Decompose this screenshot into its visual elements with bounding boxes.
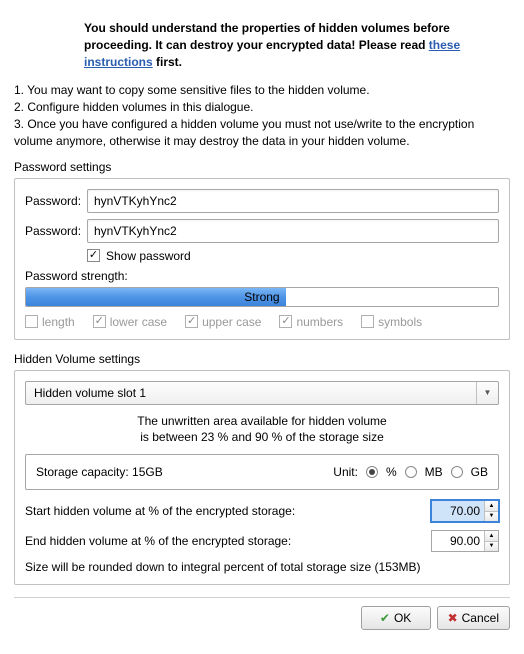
criteria-symbols-label: symbols [378, 315, 422, 329]
unit-percent-label: % [386, 465, 397, 479]
hidden-info-line2: is between 23 % and 90 % of the storage … [25, 429, 499, 446]
ok-button[interactable]: ✔ OK [361, 606, 431, 630]
show-password-checkbox[interactable] [87, 249, 100, 262]
size-note: Size will be rounded down to integral pe… [25, 560, 499, 574]
slot-select-value: Hidden volume slot 1 [34, 386, 146, 400]
hidden-info: The unwritten area available for hidden … [25, 413, 499, 447]
footer: ✔ OK ✖ Cancel [14, 597, 510, 630]
criteria-upper-label: upper case [202, 315, 261, 329]
instruction-1: 1. You may want to copy some sensitive f… [14, 82, 510, 99]
instruction-2: 2. Configure hidden volumes in this dial… [14, 99, 510, 116]
password-strength-label: Password strength: [25, 269, 499, 283]
password-section-label: Password settings [14, 160, 510, 174]
criteria-lower-label: lower case [110, 315, 167, 329]
end-percent-spinner[interactable]: ▲ ▼ [431, 530, 499, 552]
password-input-2[interactable] [87, 219, 499, 243]
end-percent-input[interactable] [432, 531, 484, 551]
intro-text-1: You should understand the properties of … [84, 21, 450, 52]
unit-mb-label: MB [425, 465, 443, 479]
password-group: Password: Password: Show password Passwo… [14, 178, 510, 340]
show-password-label: Show password [106, 249, 191, 263]
password-label-1: Password: [25, 194, 87, 208]
chevron-down-icon: ▼ [476, 382, 498, 404]
unit-gb-radio[interactable] [451, 466, 463, 478]
unit-gb-label: GB [471, 465, 488, 479]
password-strength-bar: Strong [25, 287, 499, 307]
storage-capacity-label: Storage capacity: 15GB [36, 465, 163, 479]
password-strength-text: Strong [244, 290, 279, 304]
ok-label: OK [394, 611, 411, 625]
criteria-numbers-label: numbers [296, 315, 343, 329]
start-percent-spinner[interactable]: ▲ ▼ [431, 500, 499, 522]
password-input-1[interactable] [87, 189, 499, 213]
start-percent-input[interactable] [432, 501, 484, 521]
password-strength-fill: Strong [26, 288, 286, 306]
end-spin-up[interactable]: ▲ [485, 531, 498, 541]
criteria-length-checkbox [25, 315, 38, 328]
start-percent-label: Start hidden volume at % of the encrypte… [25, 504, 295, 518]
criteria-numbers-checkbox [279, 315, 292, 328]
instruction-3: 3. Once you have configured a hidden vol… [14, 116, 510, 150]
instructions-block: 1. You may want to copy some sensitive f… [14, 82, 510, 149]
unit-label: Unit: [333, 465, 358, 479]
criteria-upper-checkbox [185, 315, 198, 328]
start-spin-down[interactable]: ▼ [485, 511, 498, 522]
cancel-label: Cancel [462, 611, 499, 625]
close-icon: ✖ [448, 611, 458, 625]
end-spin-down[interactable]: ▼ [485, 541, 498, 552]
start-spin-up[interactable]: ▲ [485, 501, 498, 511]
unit-percent-radio[interactable] [366, 466, 378, 478]
hidden-section-label: Hidden Volume settings [14, 352, 510, 366]
criteria-row: length lower case upper case numbers sym… [25, 315, 499, 329]
intro-warning: You should understand the properties of … [84, 20, 484, 70]
check-icon: ✔ [380, 611, 390, 625]
criteria-lower-checkbox [93, 315, 106, 328]
cancel-button[interactable]: ✖ Cancel [437, 606, 510, 630]
slot-select[interactable]: Hidden volume slot 1 ▼ [25, 381, 499, 405]
end-percent-label: End hidden volume at % of the encrypted … [25, 534, 291, 548]
hidden-info-line1: The unwritten area available for hidden … [25, 413, 499, 430]
unit-mb-radio[interactable] [405, 466, 417, 478]
criteria-symbols-checkbox [361, 315, 374, 328]
password-label-2: Password: [25, 224, 87, 238]
criteria-length-label: length [42, 315, 75, 329]
storage-box: Storage capacity: 15GB Unit: % MB GB [25, 454, 499, 490]
hidden-group: Hidden volume slot 1 ▼ The unwritten are… [14, 370, 510, 586]
intro-text-2: first. [153, 55, 182, 69]
